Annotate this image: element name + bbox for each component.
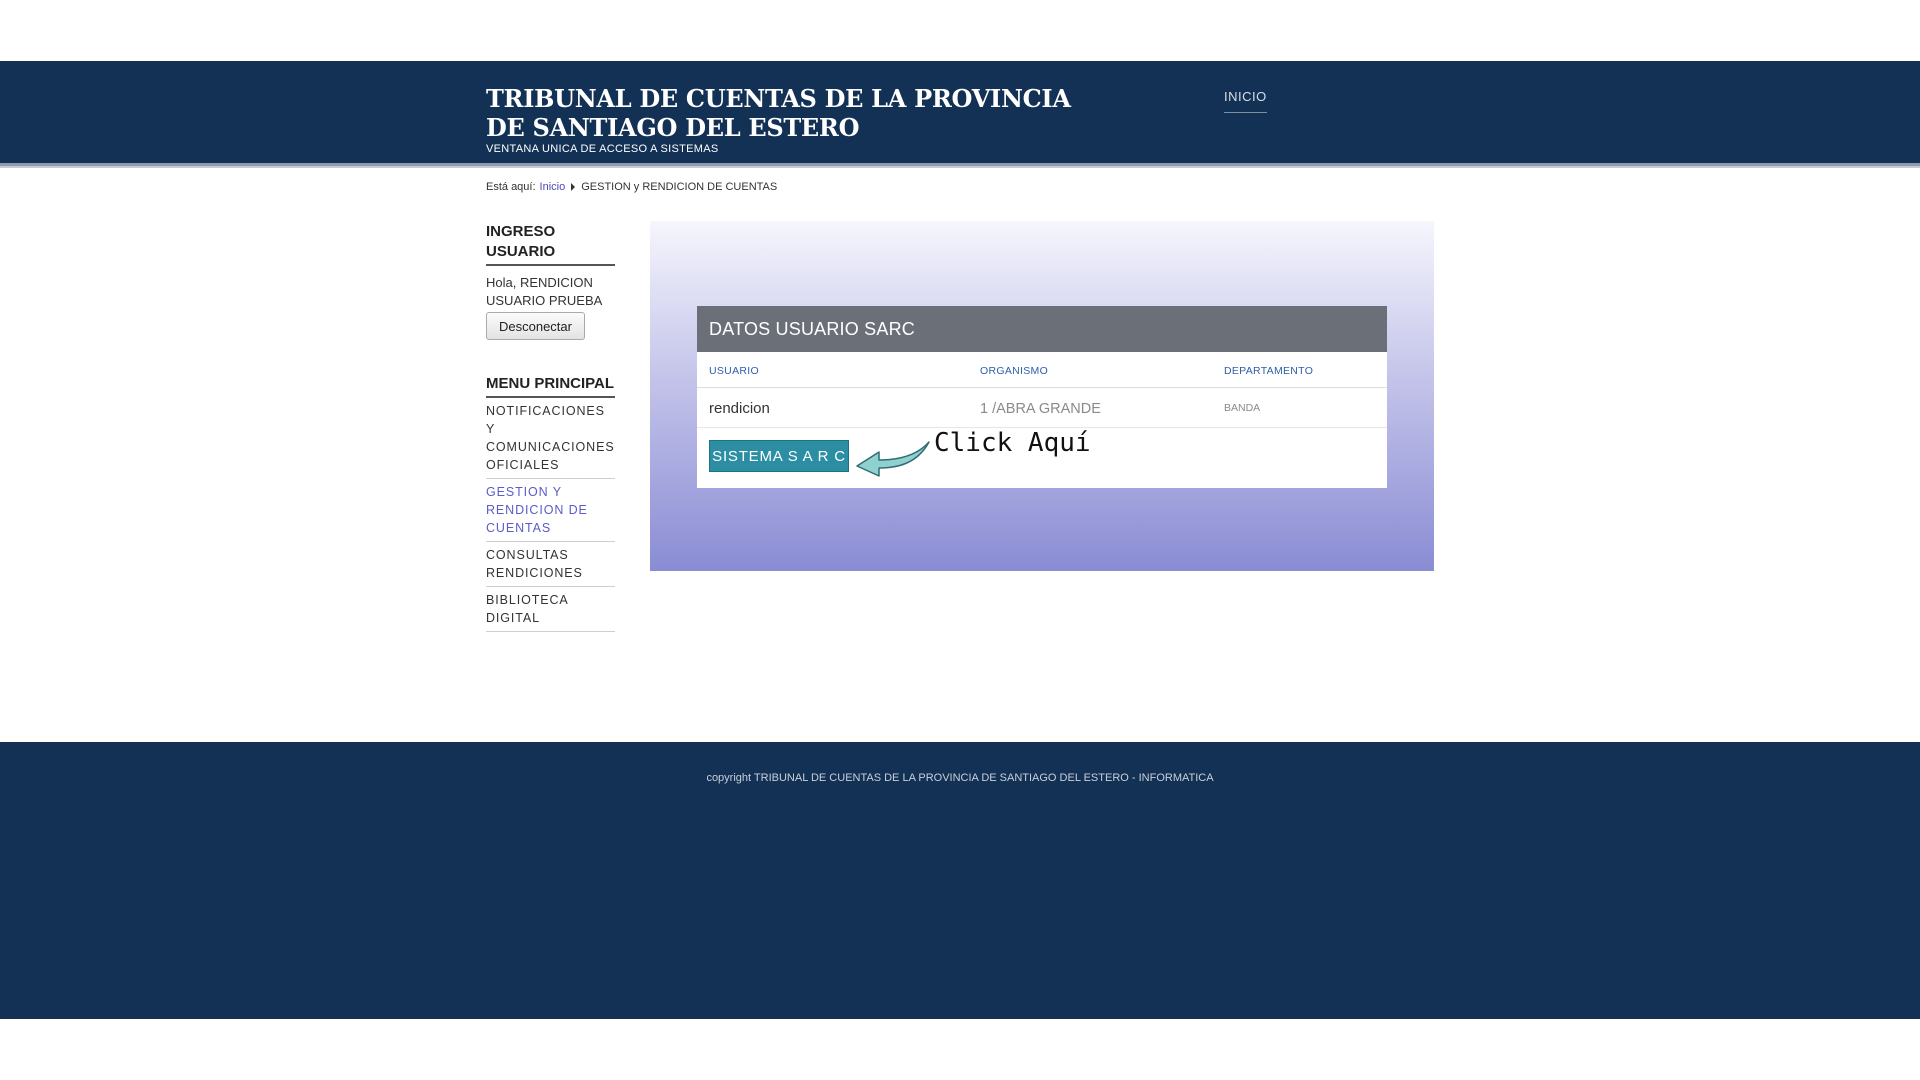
header-divider-light [0,166,1920,168]
cell-organismo: 1 /ABRA GRANDE [980,401,1101,417]
breadcrumb-prefix: Está aquí: [486,181,536,193]
cell-usuario: rendicion [709,400,770,417]
breadcrumb-current: GESTION y RENDICION DE CUENTAS [581,181,778,193]
site-title: TRIBUNAL DE CUENTAS DE LA PROVINCIA DE S… [486,84,1071,142]
breadcrumb: Está aquí: Inicio GESTION y RENDICION DE… [486,181,777,193]
column-header-usuario: USUARIO [709,365,759,377]
breadcrumb-caret-icon [571,183,576,191]
sidebar: INGRESO USUARIO Hola, RENDICION USUARIO … [486,222,615,632]
user-data-card: DATOS USUARIO SARC USUARIO ORGANISMO DEP… [697,306,1387,488]
arrow-left-icon [856,441,930,477]
cell-departamento: BANDA [1224,402,1261,414]
main-menu: NOTIFICACIONES Y COMUNICACIONES OFICIALE… [486,398,615,632]
column-header-organismo: ORGANISMO [980,365,1049,377]
footer-copyright: copyright TRIBUNAL DE CUENTAS DE LA PROV… [706,772,1214,784]
main-menu-heading: MENU PRINCIPAL [486,374,615,398]
user-greeting: Hola, RENDICION USUARIO PRUEBA [486,275,603,308]
nav-inicio-link[interactable]: INICIO [1224,89,1267,113]
menu-item-biblioteca[interactable]: BIBLIOTECA DIGITAL [486,587,615,632]
menu-item-notificaciones[interactable]: NOTIFICACIONES Y COMUNICACIONES OFICIALE… [486,398,615,479]
column-header-departamento: DEPARTAMENTO [1224,365,1314,377]
sistema-sarc-button[interactable]: SISTEMA S A R C [709,440,849,472]
logout-button[interactable]: Desconectar [486,312,585,340]
sarc-action-row: SISTEMA S A R C Click Aquí [697,428,1387,486]
menu-item-consultas[interactable]: CONSULTAS RENDICIONES [486,542,615,587]
table-row: rendicion 1 /ABRA GRANDE BANDA [697,388,1387,428]
page: TRIBUNAL DE CUENTAS DE LA PROVINCIA DE S… [0,0,1920,1080]
login-heading: INGRESO USUARIO [486,222,615,266]
site-subtitle: VENTANA UNICA DE ACCESO A SISTEMAS [486,143,719,155]
table-header-row: USUARIO ORGANISMO DEPARTAMENTO [697,352,1387,388]
card-title: DATOS USUARIO SARC [697,306,1387,352]
menu-item-gestion[interactable]: GESTION Y RENDICION DE CUENTAS [486,479,615,542]
click-here-hint: Click Aquí [934,428,1091,458]
breadcrumb-home-link[interactable]: Inicio [540,181,566,193]
